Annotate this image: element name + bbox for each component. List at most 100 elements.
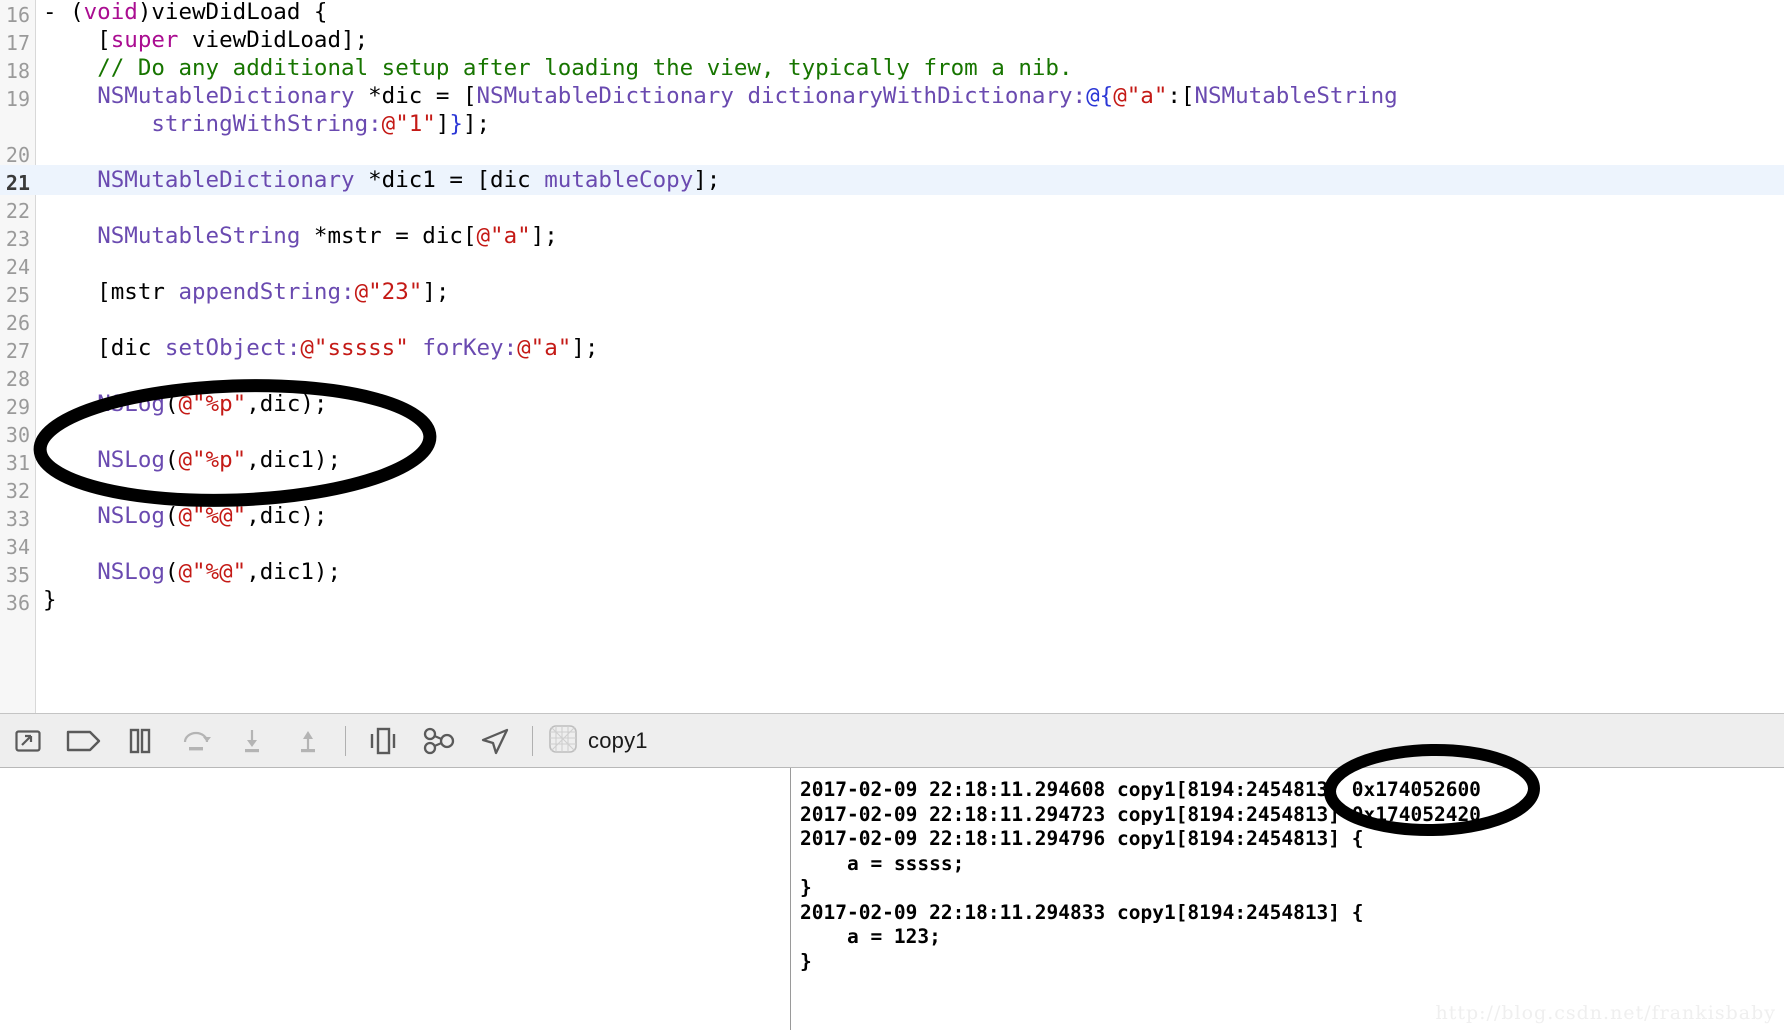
code-line[interactable]: [mstr appendString:@"23"]; bbox=[37, 278, 1784, 306]
toolbar-divider-2 bbox=[532, 725, 533, 756]
code-token: stringWithString: bbox=[151, 111, 382, 137]
code-text-area[interactable]: - (void)viewDidLoad { [super viewDidLoad… bbox=[37, 0, 1784, 713]
code-token: @"%@" bbox=[178, 503, 247, 529]
code-token: )viewDidLoad { bbox=[137, 0, 328, 25]
code-line[interactable] bbox=[37, 474, 1784, 502]
process-grid-icon bbox=[548, 724, 578, 758]
code-token: ] bbox=[435, 111, 450, 137]
code-token: NSLog bbox=[97, 559, 165, 585]
console-line: } bbox=[800, 949, 812, 973]
code-line[interactable]: [super viewDidLoad]; bbox=[37, 26, 1784, 54]
code-line[interactable] bbox=[37, 418, 1784, 446]
watermark-text: http://blog.csdn.net/frankisbaby bbox=[1435, 1002, 1776, 1024]
debug-view-hierarchy-icon[interactable] bbox=[355, 713, 411, 768]
code-line[interactable] bbox=[37, 362, 1784, 390]
code-token: NSLog bbox=[97, 391, 165, 417]
code-token: *dic = [ bbox=[354, 83, 477, 109]
line-number: 17 bbox=[5, 31, 30, 55]
process-name-label: copy1 bbox=[588, 727, 648, 753]
code-line[interactable] bbox=[37, 194, 1784, 222]
line-number: 31 bbox=[5, 451, 30, 475]
step-out-icon[interactable] bbox=[280, 713, 336, 768]
pause-icon[interactable] bbox=[112, 713, 168, 768]
line-number: 24 bbox=[5, 255, 30, 279]
code-line[interactable]: [dic setObject:@"sssss" forKey:@"a"]; bbox=[37, 334, 1784, 362]
code-token: NSMutableDictionary bbox=[97, 83, 355, 109]
debug-memory-graph-icon[interactable] bbox=[411, 713, 467, 768]
line-number: 33 bbox=[5, 507, 30, 531]
source-editor[interactable]: - (void)viewDidLoad { [super viewDidLoad… bbox=[0, 0, 1784, 713]
code-token: ,dic); bbox=[246, 391, 328, 417]
code-line[interactable]: NSLog(@"%@",dic1); bbox=[37, 558, 1784, 586]
code-token: ( bbox=[164, 447, 179, 473]
step-over-icon[interactable] bbox=[168, 713, 224, 768]
code-token: NSMutableString bbox=[97, 223, 301, 249]
code-line[interactable] bbox=[37, 306, 1784, 334]
code-token: @"23" bbox=[354, 279, 423, 305]
code-token: - ( bbox=[43, 0, 84, 25]
code-line[interactable]: NSMutableString *mstr = dic[@"a"]; bbox=[37, 222, 1784, 250]
breakpoints-toggle-icon[interactable] bbox=[56, 713, 112, 768]
code-token: NSLog bbox=[97, 503, 165, 529]
code-token: // Do any additional setup after loading… bbox=[97, 55, 1073, 81]
debug-toolbar[interactable]: copy1 bbox=[0, 713, 1784, 768]
code-token: ,dic1); bbox=[246, 447, 342, 473]
line-number: 18 bbox=[5, 59, 30, 83]
code-token: ,dic1); bbox=[246, 559, 342, 585]
code-token: super bbox=[110, 27, 179, 53]
code-line[interactable] bbox=[37, 530, 1784, 558]
variables-view[interactable] bbox=[0, 768, 791, 1030]
console-line: 2017-02-09 22:18:11.294833 copy1[8194:24… bbox=[800, 900, 1364, 924]
console-output[interactable]: 2017-02-09 22:18:11.294608 copy1[8194:24… bbox=[792, 768, 1784, 1030]
step-into-icon[interactable] bbox=[224, 713, 280, 768]
code-line[interactable] bbox=[37, 138, 1784, 166]
code-token: setObject: bbox=[164, 335, 301, 361]
code-token: ,dic); bbox=[246, 503, 328, 529]
console-line: 2017-02-09 22:18:11.294796 copy1[8194:24… bbox=[800, 827, 1364, 850]
code-token: *mstr = dic[ bbox=[300, 223, 477, 249]
line-number: 23 bbox=[5, 227, 30, 251]
code-token: ]; bbox=[571, 335, 599, 361]
code-token: [dic bbox=[43, 335, 165, 361]
code-token: forKey: bbox=[422, 335, 518, 361]
code-token: ]; bbox=[422, 279, 450, 305]
code-token: [mstr bbox=[43, 279, 179, 305]
code-token: @"a" bbox=[517, 335, 572, 361]
code-line[interactable]: NSLog(@"%p",dic1); bbox=[37, 446, 1784, 474]
code-line[interactable]: // Do any additional setup after loading… bbox=[37, 54, 1784, 82]
code-line[interactable]: NSLog(@"%@",dic); bbox=[37, 502, 1784, 530]
code-line[interactable]: } bbox=[37, 586, 1784, 614]
simulate-location-icon[interactable] bbox=[467, 713, 523, 768]
line-number: 25 bbox=[5, 283, 30, 307]
code-token: NSMutableString bbox=[1194, 83, 1398, 109]
toolbar-divider bbox=[345, 725, 346, 756]
code-token: ]; bbox=[693, 167, 721, 193]
code-line[interactable]: NSMutableDictionary *dic = [NSMutableDic… bbox=[37, 82, 1784, 110]
line-number: 26 bbox=[5, 311, 30, 335]
code-line[interactable]: - (void)viewDidLoad { bbox=[37, 0, 1784, 26]
code-token: NSLog bbox=[97, 447, 165, 473]
line-number: 22 bbox=[5, 199, 30, 223]
code-line[interactable]: NSMutableDictionary *dic1 = [dic mutable… bbox=[37, 166, 1784, 194]
line-number: 16 bbox=[5, 3, 30, 27]
code-token: @"1" bbox=[381, 111, 436, 137]
code-token: viewDidLoad]; bbox=[178, 27, 369, 53]
code-token: @"a" bbox=[1113, 83, 1168, 109]
code-line[interactable]: stringWithString:@"1"]}]; bbox=[37, 110, 1784, 138]
code-line[interactable] bbox=[37, 250, 1784, 278]
hide-debug-area-icon[interactable] bbox=[0, 713, 56, 768]
code-line[interactable]: NSLog(@"%p",dic); bbox=[37, 390, 1784, 418]
code-token: dictionaryWithDictionary: bbox=[747, 83, 1087, 109]
line-number: 35 bbox=[5, 563, 30, 587]
code-token: *dic1 = [dic bbox=[354, 167, 545, 193]
console-line: 2017-02-09 22:18:11.294608 copy1[8194:24… bbox=[800, 778, 1481, 801]
process-chip[interactable]: copy1 bbox=[542, 724, 648, 758]
line-number: 36 bbox=[5, 591, 30, 615]
code-token: @"sssss" bbox=[300, 335, 409, 361]
